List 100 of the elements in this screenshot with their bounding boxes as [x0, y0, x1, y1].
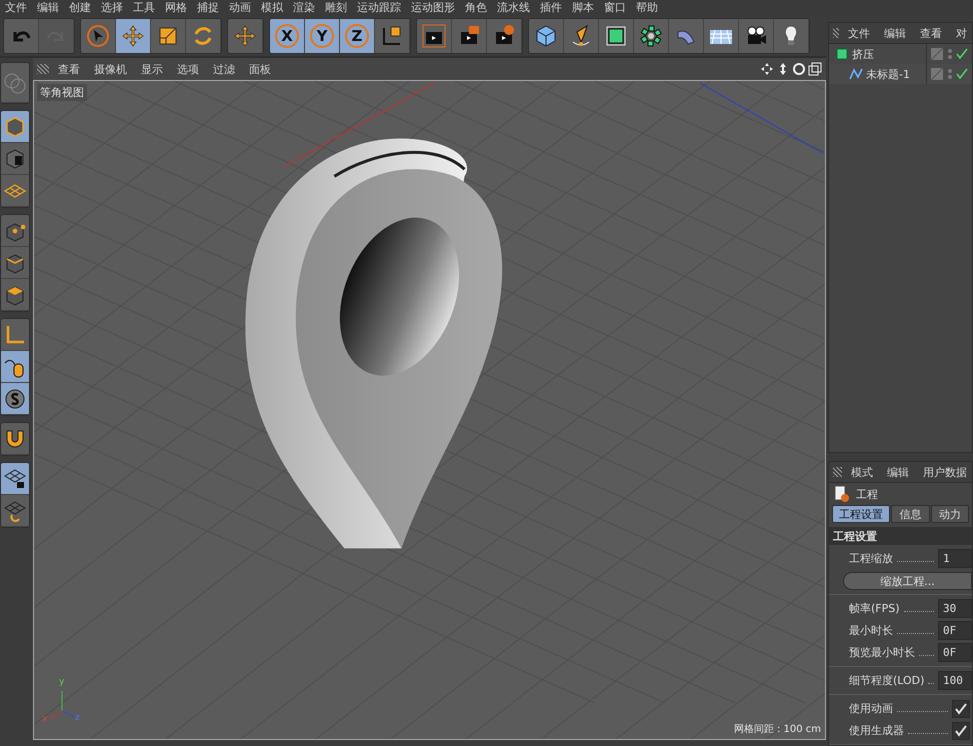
toolbar-button[interactable]: [634, 19, 669, 53]
menu-item[interactable]: 查看: [53, 62, 85, 76]
tag-square-icon: [930, 47, 944, 61]
menu-item[interactable]: 窗口: [601, 1, 633, 15]
menu-item[interactable]: 编辑: [879, 26, 911, 40]
menu-item[interactable]: 对: [951, 26, 972, 40]
cube-icon: [534, 24, 558, 48]
menu-item[interactable]: 创建: [66, 1, 98, 15]
menu-item[interactable]: 角色: [462, 1, 494, 15]
tool-button[interactable]: [1, 319, 29, 351]
menu-item[interactable]: 动画: [226, 1, 258, 15]
field-label: 预览最小时长: [849, 645, 915, 660]
grip-icon[interactable]: [833, 467, 842, 477]
cube-icon: [835, 47, 849, 61]
menu-item[interactable]: 雕刻: [322, 1, 354, 15]
cloner-icon: [639, 24, 663, 48]
grip-icon[interactable]: [833, 28, 839, 38]
menu-item[interactable]: 工具: [130, 1, 162, 15]
grid-spacing-label: 网格间距 : 100 cm: [734, 722, 821, 736]
menu-item[interactable]: 编辑: [882, 464, 914, 480]
visibility-dots-icon[interactable]: [947, 47, 953, 61]
number-field[interactable]: 1: [938, 549, 972, 568]
number-field[interactable]: 0F: [938, 643, 972, 662]
checkbox[interactable]: [952, 722, 970, 740]
toolbar-button[interactable]: [599, 19, 634, 53]
visibility-dots-icon[interactable]: [947, 67, 953, 81]
framed-cube-icon: [604, 24, 628, 48]
menu-item[interactable]: 捕捉: [194, 1, 226, 15]
menu-item[interactable]: 摄像机: [89, 62, 132, 76]
toolbar-button[interactable]: [564, 19, 599, 53]
toolbar-button[interactable]: [704, 19, 739, 53]
grid-rotate-icon: [3, 498, 27, 522]
field-label: 工程缩放: [849, 551, 893, 566]
menu-item[interactable]: 显示: [136, 62, 168, 76]
tool-button[interactable]: [1, 247, 29, 279]
menu-item[interactable]: 运动图形: [408, 1, 462, 15]
axis-label: x: [42, 714, 48, 724]
tab[interactable]: 工程设置: [832, 505, 890, 523]
menu-item[interactable]: 选择: [98, 1, 130, 15]
menu-item[interactable]: 脚本: [569, 1, 601, 15]
number-field[interactable]: 100: [938, 671, 972, 690]
menu-item[interactable]: 用户数据: [918, 464, 972, 480]
tab[interactable]: 动力: [930, 505, 969, 523]
tool-button[interactable]: [1, 279, 29, 311]
menu-item[interactable]: 模式: [846, 464, 878, 480]
tool-button[interactable]: [1, 495, 29, 527]
field-label: 帧率(FPS): [849, 601, 900, 616]
menu-item[interactable]: 面板: [244, 62, 276, 76]
checkbox[interactable]: [952, 700, 970, 718]
tool-button[interactable]: [1, 215, 29, 247]
pan-icon[interactable]: [760, 62, 774, 76]
toolbar-button[interactable]: [151, 19, 186, 53]
menu-item[interactable]: 选项: [172, 62, 204, 76]
axis-label: z: [75, 713, 80, 723]
grip-icon[interactable]: [37, 64, 49, 74]
field-label: 最小时长: [849, 623, 893, 638]
field-label: 使用生成器: [849, 723, 904, 738]
tool-button[interactable]: [1, 175, 29, 207]
checkmark-icon[interactable]: [956, 68, 968, 80]
tag-square-icon: [930, 67, 944, 81]
object-name[interactable]: 挤压: [852, 46, 874, 62]
axis-lock-button[interactable]: X: [270, 19, 305, 53]
globe-icon: [3, 70, 27, 94]
tool-button[interactable]: [1, 383, 29, 415]
menu-item[interactable]: 插件: [537, 1, 569, 15]
viewport[interactable]: 等角视图 y x z 网格间距 : 100 cm: [33, 80, 826, 740]
solo-s-icon: [3, 386, 27, 410]
menu-item[interactable]: 文件: [843, 26, 875, 40]
maximize-icon[interactable]: [808, 62, 822, 76]
document-gear-icon: [834, 485, 850, 503]
tab[interactable]: 信息: [891, 505, 930, 523]
clapperboard-icon: [422, 24, 446, 48]
cursor-icon: [86, 24, 110, 48]
toolbar-button[interactable]: [529, 19, 564, 53]
menu-item[interactable]: 过滤: [208, 62, 240, 76]
tool-button[interactable]: [1, 111, 29, 143]
axis-lock-button[interactable]: Z: [340, 19, 375, 53]
number-field[interactable]: 0F: [938, 621, 972, 640]
tool-button[interactable]: [1, 351, 29, 383]
checkmark-icon[interactable]: [956, 48, 968, 60]
menu-item[interactable]: 查看: [915, 26, 947, 40]
menu-item[interactable]: 文件: [2, 1, 34, 15]
toolbar-button[interactable]: [774, 19, 809, 53]
toolbar-button[interactable]: [375, 19, 410, 53]
menu-item[interactable]: 流水线: [494, 1, 537, 15]
toolbar-button[interactable]: [739, 19, 774, 53]
menu-item[interactable]: 渲染: [290, 1, 322, 15]
number-field[interactable]: 30: [938, 599, 972, 618]
orbit-icon[interactable]: [792, 62, 806, 76]
axis-lock-button[interactable]: Y: [305, 19, 340, 53]
tool-button[interactable]: [1, 463, 29, 495]
menu-item[interactable]: 编辑: [34, 1, 66, 15]
section-header: 工程设置: [829, 527, 972, 545]
menu-item[interactable]: 运动跟踪: [354, 1, 408, 15]
menu-item[interactable]: 网格: [162, 1, 194, 15]
scale-project-button[interactable]: 缩放工程...: [843, 572, 972, 590]
spline-icon: [849, 67, 863, 81]
field-label: 使用动画: [849, 701, 893, 716]
menu-item[interactable]: 帮助: [633, 1, 665, 15]
menu-item[interactable]: 模拟: [258, 1, 290, 15]
